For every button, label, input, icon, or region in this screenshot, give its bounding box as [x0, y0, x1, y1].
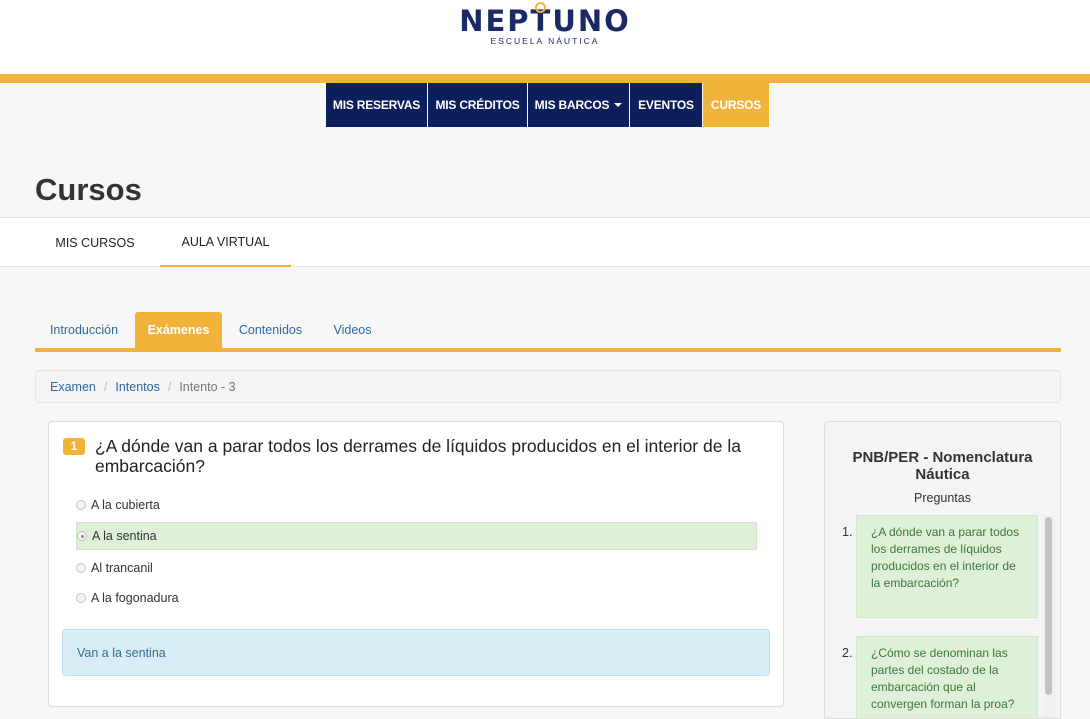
answer-option[interactable]: A la cubierta: [76, 491, 757, 519]
breadcrumb-current: Intento - 3: [179, 379, 236, 394]
breadcrumb-examen[interactable]: Examen: [50, 380, 96, 394]
subtab-label: MIS CURSOS: [55, 235, 135, 250]
nav-mis-barcos[interactable]: MIS BARCOS: [528, 83, 629, 127]
tab-introduccion[interactable]: Introducción: [35, 312, 133, 348]
nav-label: MIS CRÉDITOS: [435, 98, 520, 112]
radio-button-checked[interactable]: [77, 531, 87, 541]
tab-label: Introducción: [49, 323, 119, 337]
subtab-aula-virtual[interactable]: AULA VIRTUAL: [160, 218, 291, 267]
option-label: A la fogonadura: [91, 591, 179, 605]
subtab-mis-cursos[interactable]: MIS CURSOS: [35, 218, 155, 267]
answer-text: Van a la sentina: [77, 645, 166, 660]
scrollbar-thumb[interactable]: [1045, 517, 1052, 695]
nav-eventos[interactable]: EVENTOS: [630, 83, 702, 127]
question-text: ¿A dónde van a parar todos los derrames …: [95, 436, 741, 476]
breadcrumb: Examen / Intentos / Intento - 3: [35, 370, 1061, 403]
question-panel: 1 ¿A dónde van a parar todos los derrame…: [48, 421, 784, 707]
nav-cursos[interactable]: CURSOS: [703, 83, 769, 127]
questions-sidebar: PNB/PER - Nomenclatura Náutica Preguntas…: [824, 421, 1061, 719]
section-tabs: MIS CURSOS AULA VIRTUAL: [0, 217, 1090, 267]
tab-label: Contenidos: [238, 323, 303, 337]
radio-button[interactable]: [76, 593, 86, 603]
page-title: Cursos: [35, 172, 142, 207]
neptuno-logo[interactable]: NEPTUNO ESCUELA NÁUTICA: [0, 2, 1090, 46]
breadcrumb-separator: /: [167, 379, 172, 394]
exam-title: PNB/PER - Nomenclatura Náutica: [852, 449, 1033, 483]
caret-down-icon: [614, 103, 623, 107]
tab-videos[interactable]: Videos: [319, 312, 386, 348]
content-tabs: Introducción Exámenes Contenidos Videos: [35, 312, 1061, 352]
option-label: A la sentina: [92, 529, 157, 543]
sidebar-question-number: 1.: [842, 525, 853, 539]
answer-option-selected[interactable]: A la sentina: [76, 522, 757, 550]
nav-mis-creditos[interactable]: MIS CRÉDITOS: [428, 83, 527, 127]
nav-label: CURSOS: [710, 98, 762, 112]
answer-option[interactable]: A la fogonadura: [76, 584, 757, 612]
sidebar-subtitle: Preguntas: [914, 491, 971, 505]
header-accent-bar: [0, 74, 1090, 83]
tab-label: Exámenes: [147, 323, 210, 337]
answer-explanation: Van a la sentina: [62, 629, 770, 676]
site-header: NEPTUNO ESCUELA NÁUTICA: [0, 0, 1090, 74]
nav-label: MIS RESERVAS: [332, 98, 421, 112]
radio-button[interactable]: [76, 563, 86, 573]
option-label: A la cubierta: [91, 498, 160, 512]
subtab-label: AULA VIRTUAL: [181, 234, 270, 249]
sidebar-question-text: ¿A dónde van a parar todos los derrames …: [856, 515, 1038, 618]
nav-mis-reservas[interactable]: MIS RESERVAS: [326, 83, 427, 127]
tab-contenidos[interactable]: Contenidos: [224, 312, 317, 348]
sidebar-question-number: 2.: [842, 646, 853, 660]
question-number-badge: 1: [63, 438, 85, 455]
breadcrumb-intentos[interactable]: Intentos: [115, 380, 159, 394]
main-nav: MIS RESERVAS MIS CRÉDITOS MIS BARCOS EVE…: [326, 83, 770, 127]
option-label: Al trancanil: [91, 561, 153, 575]
radio-button[interactable]: [76, 500, 86, 510]
nav-label: MIS BARCOS: [534, 98, 610, 112]
nav-label: EVENTOS: [638, 98, 694, 112]
sidebar-question-text: ¿Cómo se denominan las partes del costad…: [856, 636, 1038, 718]
breadcrumb-separator: /: [103, 379, 108, 394]
tab-examenes[interactable]: Exámenes: [135, 312, 222, 348]
answer-option[interactable]: Al trancanil: [76, 554, 757, 582]
tab-label: Videos: [333, 323, 372, 337]
sidebar-scrollbar[interactable]: [1043, 514, 1055, 718]
